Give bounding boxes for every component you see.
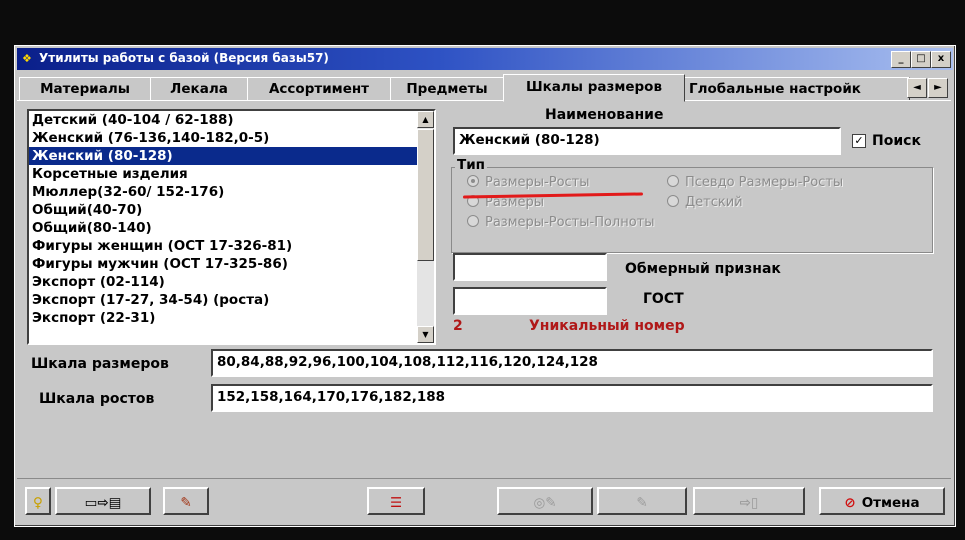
tab-patterns[interactable]: Лекала [150, 77, 248, 101]
radio-child[interactable]: Детский [667, 195, 743, 210]
list-item[interactable]: Корсетные изделия [29, 165, 422, 183]
tab-global-settings[interactable]: Глобальные настройк [684, 77, 910, 101]
minimize-button[interactable]: _ [891, 51, 911, 68]
name-header: Наименование [545, 107, 664, 123]
unique-number: 2 [453, 318, 463, 334]
list-scrollbar[interactable]: ▲ ▼ [417, 111, 434, 343]
bottom-toolbar: ♀ ▭⇨▤ ✎ ☰ ◎✎ ✎ ⇨▯ ⊘ Отмена [17, 478, 951, 523]
height-scale-field[interactable]: 152,158,164,170,176,182,188 [211, 384, 933, 412]
measure-label: Обмерный признак [625, 261, 781, 277]
radio-sizes-heights[interactable]: Размеры-Росты [467, 175, 590, 190]
help-button[interactable]: ♀ [25, 487, 51, 515]
disabled-tool-button[interactable]: ◎✎ [497, 487, 593, 515]
radio-dot-icon [467, 215, 479, 227]
copy-to-printer-icon: ▭⇨▤ [84, 495, 122, 511]
scale-list[interactable]: Детский (40-104 / 62-188) Женский (76-13… [27, 109, 436, 345]
radio-pseudo-sizes-heights[interactable]: Псевдо Размеры-Росты [667, 175, 843, 190]
gost-field[interactable] [453, 287, 607, 315]
list-item[interactable]: Женский (76-136,140-182,0-5) [29, 129, 422, 147]
list-item[interactable]: Экспорт (02-114) [29, 273, 422, 291]
ring-pencil-icon: ◎✎ [533, 495, 557, 511]
cancel-button[interactable]: ⊘ Отмена [819, 487, 945, 515]
size-scale-field[interactable]: 80,84,88,92,96,100,104,108,112,116,120,1… [211, 349, 933, 377]
arrow-to-file-icon: ⇨▯ [739, 495, 759, 511]
list-item[interactable]: Детский (40-104 / 62-188) [29, 111, 422, 129]
close-button[interactable]: x [931, 51, 951, 68]
disabled-arrow-button[interactable]: ⇨▯ [693, 487, 805, 515]
tab-materials[interactable]: Материалы [19, 77, 151, 101]
tab-strip: Материалы Лекала Ассортимент Предметы Шк… [17, 74, 951, 102]
disabled-pencil-button[interactable]: ✎ [597, 487, 687, 515]
name-field[interactable]: Женский (80-128) [453, 127, 841, 155]
edit-tool-button[interactable]: ✎ [163, 487, 209, 515]
search-label[interactable]: Поиск [872, 133, 921, 149]
radio-sizes-heights-fullness[interactable]: Размеры-Росты-Полноты [467, 215, 655, 230]
main-window: ❖ Утилиты работы с базой (Версия базы57)… [14, 45, 956, 527]
list-item[interactable]: Общий(80-140) [29, 219, 422, 237]
scroll-thumb[interactable] [417, 129, 434, 261]
scroll-down-icon[interactable]: ▼ [417, 326, 434, 343]
brush-icon: ✎ [180, 495, 192, 511]
window-title: Утилиты работы с базой (Версия базы57) [39, 51, 329, 65]
tab-items[interactable]: Предметы [390, 77, 504, 101]
gost-label: ГОСТ [643, 291, 684, 307]
tab-scroll-right-icon[interactable]: ► [928, 78, 948, 98]
tab-assortment[interactable]: Ассортимент [247, 77, 391, 101]
scale-lines-button[interactable]: ☰ [367, 487, 425, 515]
pencil-icon: ✎ [636, 495, 648, 511]
radio-dot-icon [667, 175, 679, 187]
size-scales-panel: Детский (40-104 / 62-188) Женский (76-13… [17, 100, 951, 475]
type-group-title: Тип [455, 157, 487, 173]
app-icon: ❖ [22, 52, 32, 65]
size-scale-label: Шкала размеров [31, 356, 169, 372]
tab-size-scales[interactable]: Шкалы размеров [503, 74, 685, 102]
list-item-selected[interactable]: Женский (80-128) [29, 147, 422, 165]
list-item[interactable]: Фигуры мужчин (ОСТ 17-325-86) [29, 255, 422, 273]
title-bar[interactable]: ❖ Утилиты работы с базой (Версия базы57)… [17, 48, 953, 70]
tab-scroll-left-icon[interactable]: ◄ [907, 78, 927, 98]
lines-icon: ☰ [389, 495, 403, 511]
maximize-button[interactable]: □ [911, 51, 931, 68]
scroll-up-icon[interactable]: ▲ [417, 111, 434, 128]
key-icon: ♀ [33, 495, 43, 511]
list-item[interactable]: Экспорт (22-31) [29, 309, 422, 327]
search-checkbox[interactable]: ✓ [852, 134, 866, 148]
unique-number-label: Уникальный номер [529, 318, 685, 334]
list-item[interactable]: Общий(40-70) [29, 201, 422, 219]
measure-field[interactable] [453, 253, 607, 281]
radio-dot-icon [667, 195, 679, 207]
radio-dot-icon [467, 175, 479, 187]
list-item[interactable]: Фигуры женщин (ОСТ 17-326-81) [29, 237, 422, 255]
height-scale-label: Шкала ростов [39, 391, 155, 407]
export-print-button[interactable]: ▭⇨▤ [55, 487, 151, 515]
cancel-icon: ⊘ [844, 495, 856, 511]
list-item[interactable]: Экспорт (17-27, 34-54) (роста) [29, 291, 422, 309]
list-item[interactable]: Мюллер(32-60/ 152-176) [29, 183, 422, 201]
